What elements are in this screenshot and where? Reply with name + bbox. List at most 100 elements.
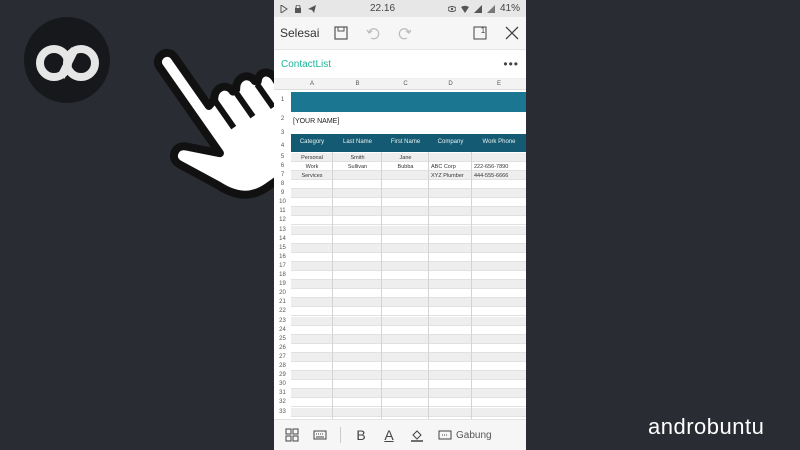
row-number[interactable]: 10 [274,199,291,205]
cell-category[interactable]: Services [291,173,333,179]
row-number[interactable]: 1 [274,97,291,103]
row-number[interactable]: 16 [274,254,291,260]
grid-row[interactable] [291,216,526,226]
header-last-name[interactable]: Last Name [333,139,382,145]
undo-icon[interactable] [365,25,381,41]
grid-row[interactable] [291,234,526,244]
merge-button-label[interactable]: Gabung [456,430,492,441]
cell-first-name[interactable]: Jane [382,155,429,161]
table-row[interactable]: Work Sullivan Bubba ABC Corp 222-656-789… [291,163,526,172]
row-number[interactable]: 30 [274,381,291,387]
row-number[interactable]: 22 [274,308,291,314]
row-number[interactable]: 4 [274,143,291,149]
column-header-d[interactable]: D [429,81,472,87]
grid-row[interactable] [291,261,526,271]
apps-grid-icon[interactable] [284,427,300,443]
row-number[interactable]: 31 [274,390,291,396]
cell-first-name[interactable]: Bubba [382,164,429,170]
row-number[interactable]: 28 [274,363,291,369]
grid-row[interactable] [291,407,526,417]
row-number[interactable]: 29 [274,372,291,378]
done-button[interactable]: Selesai [280,26,319,40]
grid-row[interactable] [291,307,526,317]
cell-last-name[interactable]: Smith [333,155,382,161]
row-number[interactable]: 11 [274,208,291,214]
name-placeholder-cell[interactable]: [YOUR NAME] [293,118,339,125]
header-company[interactable]: Company [429,139,472,145]
row-number[interactable]: 7 [274,172,291,178]
grid-row[interactable] [291,198,526,208]
grid-row[interactable] [291,180,526,189]
fill-color-icon[interactable] [409,427,425,443]
row-number[interactable]: 5 [274,154,291,160]
grid-row[interactable] [291,343,526,353]
document-name[interactable]: ContactList [281,59,503,70]
more-options-icon[interactable]: ••• [503,57,519,71]
cell-company[interactable]: ABC Corp [431,164,474,170]
header-work-phone[interactable]: Work Phone [472,139,526,145]
grid-row[interactable] [291,189,526,199]
grid-row[interactable] [291,380,526,390]
grid-row[interactable] [291,371,526,381]
grid-row[interactable] [291,362,526,371]
grid-row[interactable] [291,316,526,326]
row-number[interactable]: 19 [274,281,291,287]
row-number[interactable]: 3 [274,130,291,136]
grid-row[interactable] [291,280,526,290]
column-header-a[interactable]: A [291,81,333,87]
save-icon[interactable] [333,25,349,41]
cell-category[interactable]: Work [291,164,333,170]
header-category[interactable]: Category [291,139,333,145]
font-color-button[interactable]: A [381,427,397,443]
column-header-e[interactable]: E [472,81,526,87]
cell-work-phone[interactable]: 444-555-6666 [474,173,526,179]
row-number[interactable]: 25 [274,336,291,342]
grid-row[interactable] [291,271,526,280]
cell-company[interactable]: XYZ Plumber [431,173,474,179]
row-number[interactable]: 14 [274,236,291,242]
row-number[interactable]: 9 [274,190,291,196]
grid-row[interactable] [291,389,526,399]
row-number[interactable]: 21 [274,299,291,305]
keyboard-icon[interactable] [312,427,328,443]
grid-row[interactable] [291,352,526,362]
row-number[interactable]: 33 [274,409,291,415]
row-number[interactable]: 2 [274,116,291,122]
header-first-name[interactable]: First Name [382,139,429,145]
row-number[interactable]: 23 [274,318,291,324]
row-number[interactable]: 17 [274,263,291,269]
row-number[interactable]: 32 [274,399,291,405]
row-number[interactable]: 27 [274,354,291,360]
redo-icon[interactable] [397,25,413,41]
cell-last-name[interactable]: Sullivan [333,164,382,170]
grid-row[interactable] [291,289,526,299]
row-number[interactable]: 18 [274,272,291,278]
row-number[interactable]: 6 [274,163,291,169]
table-row[interactable]: Services XYZ Plumber 444-555-6666 [291,172,526,181]
cell-category[interactable]: Personal [291,155,333,161]
grid-row[interactable] [291,298,526,308]
row-number[interactable]: 26 [274,345,291,351]
column-header-c[interactable]: C [382,81,429,87]
grid-row[interactable] [291,334,526,344]
close-icon[interactable] [504,25,520,41]
row-number[interactable]: 15 [274,245,291,251]
column-divider [471,152,472,422]
grid-row[interactable] [291,225,526,235]
grid-row[interactable] [291,325,526,335]
grid-row[interactable] [291,243,526,253]
row-number[interactable]: 8 [274,181,291,187]
row-number[interactable]: 24 [274,327,291,333]
table-row[interactable]: Personal Smith Jane [291,154,526,163]
row-number[interactable]: 13 [274,227,291,233]
cell-work-phone[interactable]: 222-656-7890 [474,164,526,170]
merge-cells-icon[interactable] [437,427,453,443]
row-number[interactable]: 20 [274,290,291,296]
row-number[interactable]: 12 [274,217,291,223]
grid-row[interactable] [291,207,526,217]
editor-toolbar: Selesai 1 [274,17,526,50]
grid-row[interactable] [291,398,526,408]
grid-row[interactable] [291,252,526,262]
bold-button[interactable]: B [353,427,369,443]
column-header-b[interactable]: B [333,81,382,87]
